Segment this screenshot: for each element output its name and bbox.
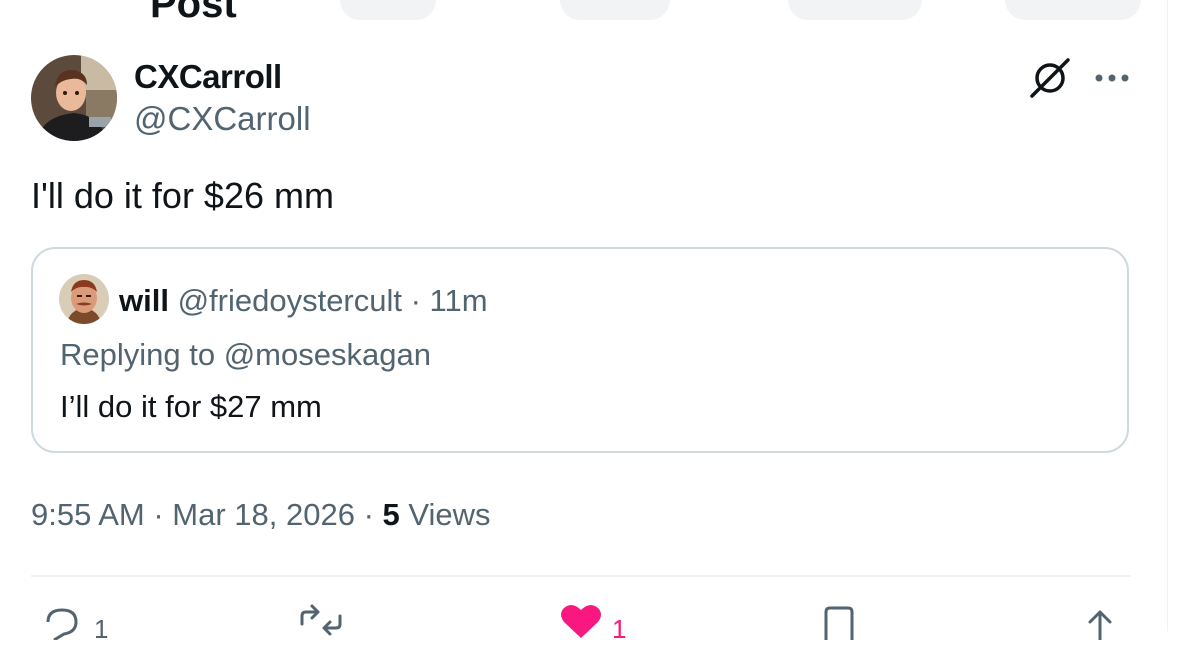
author-handle[interactable]: @CXCarroll — [134, 100, 311, 138]
header-button[interactable] — [340, 0, 436, 20]
post-timestamp: 9:55 AM · Mar 18, 2026 · 5 Views — [31, 497, 491, 533]
quoted-post[interactable]: will @friedoystercult · 11m Replying to … — [31, 247, 1129, 453]
divider — [31, 575, 1131, 577]
heart-icon — [561, 604, 601, 638]
more-icon[interactable] — [1092, 72, 1132, 84]
reply-count: 1 — [94, 614, 109, 644]
quote-author-meta: @friedoystercult · 11m — [168, 283, 488, 318]
top-header: Post — [0, 0, 1167, 24]
header-button[interactable] — [788, 0, 922, 20]
author-display-name[interactable]: CXCarroll — [134, 58, 282, 96]
quote-text: I’ll do it for $27 mm — [60, 389, 322, 424]
arrow-left-icon[interactable] — [28, 0, 68, 6]
repost-button[interactable] — [296, 600, 346, 640]
quote-avatar[interactable] — [59, 274, 109, 324]
grok-icon[interactable] — [1028, 56, 1072, 100]
share-button[interactable] — [1082, 600, 1118, 642]
reply-button[interactable]: 1 — [40, 600, 120, 644]
like-button[interactable]: 1 — [558, 600, 638, 644]
page-title: Post — [150, 0, 237, 26]
quote-author-name[interactable]: will — [119, 283, 169, 318]
quote-replying-to[interactable]: Replying to @moseskagan — [60, 337, 431, 373]
reply-icon — [46, 608, 78, 642]
timestamp-text[interactable]: 9:55 AM · Mar 18, 2026 · — [31, 497, 383, 532]
header-button[interactable] — [1005, 0, 1141, 20]
views-count: 5 — [382, 497, 400, 532]
column-divider — [1167, 0, 1168, 631]
bookmark-icon — [824, 606, 854, 640]
header-button[interactable] — [560, 0, 670, 20]
share-icon — [1088, 610, 1112, 642]
post-text: I'll do it for $26 mm — [31, 175, 334, 216]
like-count: 1 — [612, 614, 627, 644]
avatar[interactable] — [31, 55, 117, 141]
bookmark-button[interactable] — [820, 600, 860, 640]
repost-icon — [300, 604, 342, 636]
views-label: Views — [399, 497, 491, 532]
